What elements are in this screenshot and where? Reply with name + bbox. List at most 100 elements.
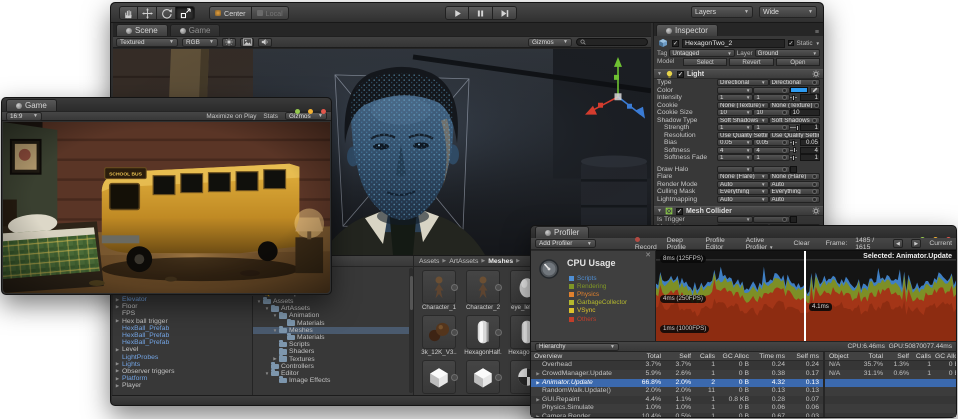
hierarchy-item[interactable]: HexBall_Prefab — [113, 332, 252, 339]
slider-field[interactable]: 1 — [790, 154, 820, 161]
object-field[interactable]: 10 — [753, 109, 789, 116]
slider-field[interactable]: 1 — [790, 124, 820, 131]
breadcrumb-meshes[interactable]: Meshes — [488, 258, 513, 265]
asset-thumbnail[interactable] — [422, 360, 456, 394]
foldout-icon[interactable]: ▶ — [113, 347, 122, 353]
foldout-icon[interactable]: ▶ — [113, 318, 122, 324]
folder-tree-item[interactable]: ▼Editor — [253, 370, 409, 377]
step-button[interactable] — [493, 6, 517, 20]
foldout-icon[interactable]: ▼ — [271, 313, 279, 318]
zoom-traffic-light-icon[interactable] — [295, 109, 301, 115]
slider-field[interactable]: 1 — [790, 94, 820, 101]
render-channel-dropdown[interactable]: RGB▼ — [182, 38, 218, 47]
asset-expand-icon[interactable] — [495, 374, 502, 381]
object-picker-icon[interactable] — [782, 217, 787, 222]
profiler-table-row[interactable]: ▶Animator.Update 66.8% 2.0% 2 0 B 4.32 0… — [531, 379, 956, 388]
object-field[interactable] — [753, 216, 789, 223]
model-revert-button[interactable]: Revert — [729, 58, 773, 66]
enum-dropdown[interactable]: ▼ — [717, 87, 753, 94]
light-enabled-checkbox[interactable] — [677, 71, 684, 78]
scene-audio-toggle[interactable] — [258, 38, 272, 47]
folder-tree-item[interactable]: ▼Assets — [253, 298, 409, 305]
profiler-table-row[interactable]: ▶Camera.Render 10.4% 0.5% 1 0 B 0.67 0.0… — [531, 413, 956, 417]
legend-item[interactable]: Others — [569, 315, 627, 323]
object-picker-icon[interactable] — [782, 125, 787, 130]
folder-tree-item[interactable]: ▼Animation — [253, 312, 409, 319]
asset-thumbnail[interactable] — [466, 360, 500, 394]
tab-scene[interactable]: Scene — [116, 24, 168, 36]
foldout-icon[interactable]: ▼ — [657, 208, 662, 214]
legend-item[interactable]: VSync — [569, 307, 627, 315]
object-field[interactable] — [753, 166, 789, 173]
asset-thumbnail[interactable] — [422, 315, 456, 349]
game-render-canvas[interactable]: SCHOOL BUS — [3, 122, 330, 293]
profile-editor-button[interactable]: Profile Editor — [706, 237, 738, 251]
asset-item[interactable] — [419, 360, 459, 395]
light-component-header[interactable]: ▼ Light — [654, 69, 823, 79]
checkbox[interactable] — [790, 216, 797, 223]
gear-icon[interactable] — [812, 207, 820, 215]
tab-inspector[interactable]: Inspector — [656, 24, 718, 36]
asset-item[interactable]: Character_1 — [419, 270, 459, 312]
enum-dropdown[interactable]: ▼ — [717, 216, 753, 223]
layer-dropdown[interactable]: Ground▼ — [755, 49, 820, 57]
object-field[interactable]: Directional — [769, 79, 821, 86]
object-field[interactable]: 4 — [753, 147, 789, 154]
slider-knob[interactable] — [792, 140, 795, 146]
object-picker-icon[interactable] — [812, 189, 817, 194]
hierarchy-item[interactable]: LightProbes — [113, 354, 252, 361]
hierarchy-item[interactable]: ▶Platform — [113, 375, 252, 382]
enum-dropdown[interactable]: 1▼ — [717, 94, 753, 101]
close-traffic-light-icon[interactable] — [321, 109, 327, 115]
foldout-icon[interactable]: ▶ — [113, 361, 122, 367]
maximize-on-play-button[interactable]: Maximize on Play — [206, 113, 256, 120]
active-profiler-dropdown[interactable]: Active Profiler ▼ — [746, 237, 786, 251]
gear-icon[interactable] — [812, 70, 820, 78]
asset-expand-icon[interactable] — [451, 284, 458, 291]
hierarchy-item[interactable]: ▶Floor — [113, 303, 252, 310]
asset-item[interactable]: Character_2 — [463, 270, 503, 312]
stats-button[interactable]: Stats — [263, 113, 278, 120]
object-field[interactable]: Soft Shadows — [769, 117, 821, 124]
legend-item[interactable]: Scripts — [569, 274, 627, 282]
deep-profile-button[interactable]: Deep Profile — [667, 237, 698, 251]
asset-item[interactable]: 3k_12K_V3.. — [419, 315, 459, 357]
draw-mode-dropdown[interactable]: Textured▼ — [116, 38, 178, 47]
aspect-ratio-dropdown[interactable]: 16:9▼ — [6, 112, 42, 121]
slider-knob[interactable] — [792, 95, 795, 101]
object-picker-icon[interactable] — [812, 197, 817, 202]
layers-dropdown[interactable]: Layers▼ — [691, 6, 753, 18]
asset-thumbnail[interactable] — [422, 270, 456, 304]
move-tool-icon[interactable] — [138, 6, 157, 20]
breadcrumb-artassets[interactable]: ArtAssets — [449, 258, 478, 265]
object-picker-icon[interactable] — [812, 182, 817, 187]
enum-dropdown[interactable]: Use Quality Settings▼ — [717, 132, 769, 139]
profiler-table-row[interactable]: ▶CrowdManager.Update 5.9% 2.6% 1 0 B 0.3… — [531, 370, 956, 379]
asset-expand-icon[interactable] — [495, 329, 502, 336]
object-picker-icon[interactable] — [782, 88, 787, 93]
profiler-table-row[interactable]: ▶GUI.Repaint 4.4% 1.1% 1 0.8 KB 0.28 0.0… — [531, 396, 956, 405]
scene-search-input[interactable] — [576, 38, 648, 46]
profiler-table-row[interactable]: RandomWalk.Update() 2.0% 2.0% 11 0 B 0.1… — [531, 387, 956, 396]
static-dropdown-icon[interactable]: ▼ — [816, 41, 820, 46]
model-open-button[interactable]: Open — [776, 58, 820, 66]
folder-tree-item[interactable]: Materials — [253, 320, 409, 327]
object-field[interactable]: Use Quality Settings — [769, 132, 821, 139]
gameobject-active-checkbox[interactable] — [672, 40, 679, 47]
slider-field[interactable]: 4 — [790, 147, 820, 154]
enum-dropdown[interactable]: Soft Shadows▼ — [717, 117, 769, 124]
close-icon[interactable]: ✕ — [645, 251, 651, 259]
gizmos-dropdown[interactable]: Gizmos▼ — [528, 38, 572, 47]
color-picker-icon[interactable] — [810, 87, 820, 94]
enum-dropdown[interactable]: ▼ — [717, 166, 753, 173]
foldout-icon[interactable]: ▼ — [657, 71, 662, 77]
profiler-table-row[interactable]: Physics.Simulate 1.0% 1.0% 1 0 B 0.06 0.… — [531, 404, 956, 413]
rotate-tool-icon[interactable] — [157, 6, 176, 20]
breadcrumb-assets[interactable]: Assets — [419, 258, 439, 265]
foldout-icon[interactable]: ▶ — [113, 383, 122, 389]
folder-tree-item[interactable]: ▼Meshes — [253, 327, 409, 334]
hierarchy-mode-dropdown[interactable]: Hierarchy▼ — [535, 343, 619, 351]
object-field[interactable]: Auto — [769, 181, 821, 188]
object-picker-icon[interactable] — [782, 148, 787, 153]
frame-playhead[interactable] — [804, 251, 806, 341]
